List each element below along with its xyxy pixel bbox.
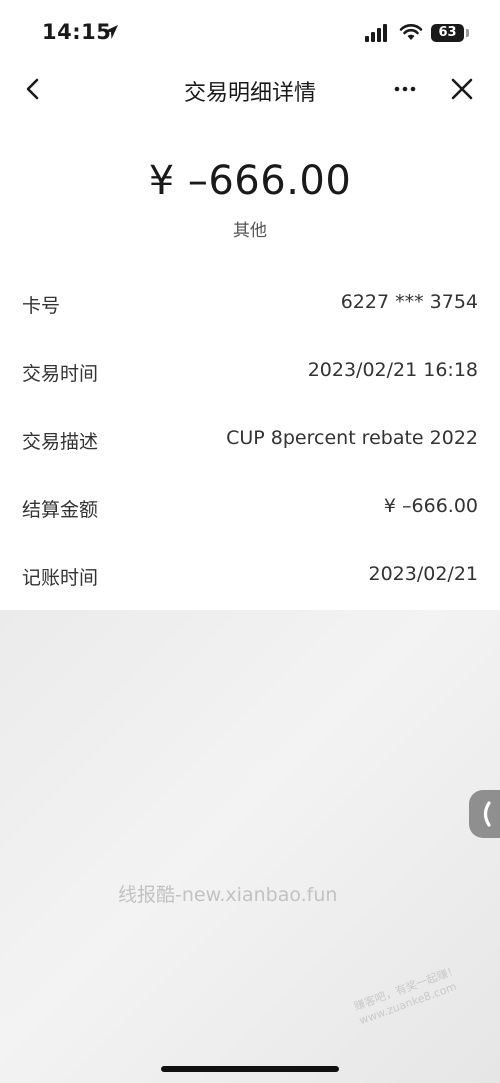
detail-value: CUP 8percent rebate 2022 — [226, 427, 478, 449]
detail-label: 结算金额 — [22, 499, 99, 521]
detail-label: 交易时间 — [22, 363, 99, 385]
detail-label: 卡号 — [22, 295, 61, 317]
detail-row-settlement-amount: 结算金额 ¥ –666.00 — [0, 474, 500, 542]
chevron-left-icon — [26, 78, 39, 100]
detail-value: 2023/02/21 — [368, 563, 478, 585]
watermark-text: 线报酷-new.xianbao.fun — [118, 884, 338, 906]
detail-row-transaction-time: 交易时间 2023/02/21 16:18 — [0, 338, 500, 406]
back-button[interactable] — [16, 72, 50, 106]
status-time: 14:15 — [42, 20, 112, 44]
status-bar: 14:15 63 — [0, 0, 500, 62]
chevron-left-icon — [483, 801, 491, 827]
detail-row-description: 交易描述 CUP 8percent rebate 2022 — [0, 406, 500, 474]
screen: 14:15 63 交易明细详情 ¥ –666.00 其他 卡号 6227 ***… — [0, 0, 500, 1083]
detail-row-posting-date: 记账时间 2023/02/21 — [0, 542, 500, 610]
cellular-signal-icon — [365, 24, 387, 42]
detail-value: ¥ –666.00 — [383, 495, 478, 517]
more-dots-icon — [394, 86, 416, 92]
transaction-amount: ¥ –666.00 — [148, 158, 352, 204]
nav-bar: 交易明细详情 — [0, 62, 500, 116]
close-button[interactable] — [445, 72, 479, 106]
detail-row-card-number: 卡号 6227 *** 3754 — [0, 270, 500, 338]
battery-level: 63 — [438, 25, 457, 40]
detail-list: 卡号 6227 *** 3754 交易时间 2023/02/21 16:18 交… — [0, 270, 500, 610]
detail-label: 交易描述 — [22, 431, 99, 453]
detail-label: 记账时间 — [22, 567, 99, 589]
detail-value: 6227 *** 3754 — [340, 291, 478, 313]
page-title: 交易明细详情 — [183, 81, 316, 106]
more-button[interactable] — [390, 72, 422, 106]
detail-value: 2023/02/21 16:18 — [307, 359, 478, 381]
home-indicator[interactable] — [161, 1066, 339, 1072]
wifi-icon — [399, 24, 423, 40]
empty-background-area — [0, 610, 500, 1083]
location-arrow-icon — [104, 25, 118, 39]
close-icon — [451, 78, 473, 100]
transaction-category: 其他 — [233, 221, 267, 241]
battery-nub — [466, 29, 469, 37]
